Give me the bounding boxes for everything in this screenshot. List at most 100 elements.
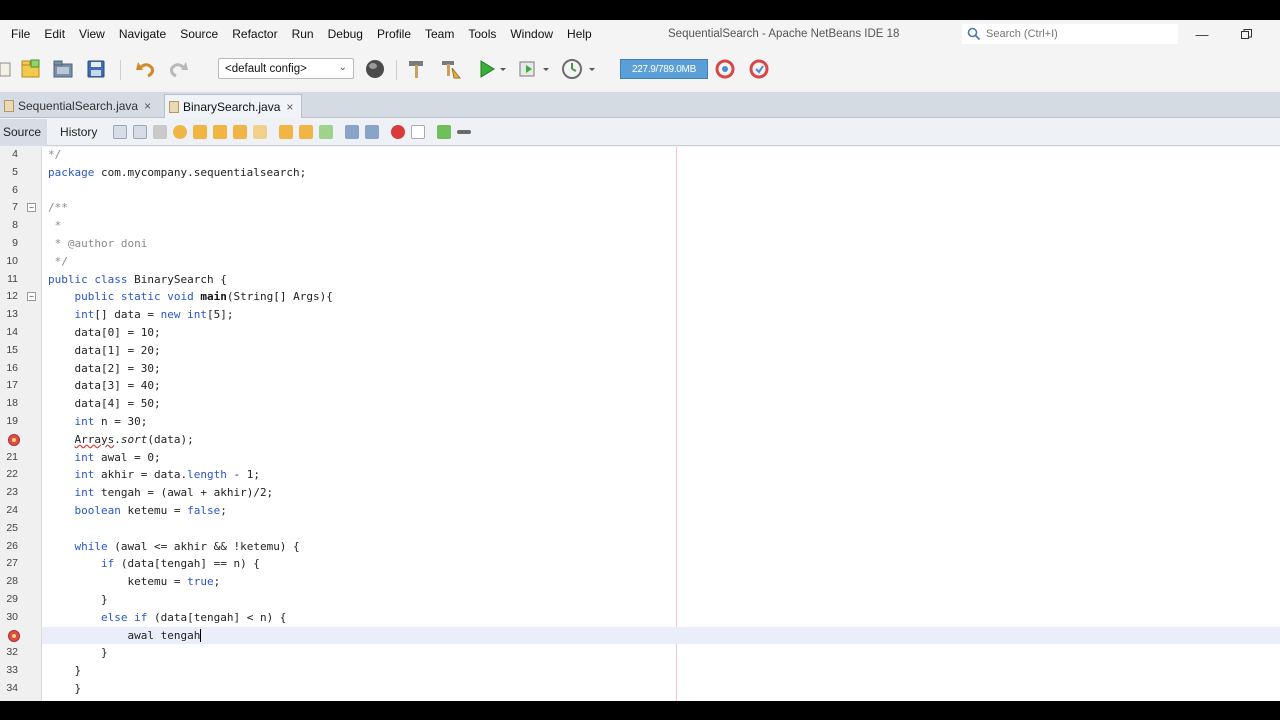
code-line[interactable]: 28 ketemu = true; xyxy=(0,573,1280,591)
config-select[interactable]: <default config> ⌄ xyxy=(218,58,354,79)
code-line[interactable]: 15 data[1] = 20; xyxy=(0,342,1280,360)
code-line[interactable]: 9 * @author doni xyxy=(0,235,1280,253)
menu-profile[interactable]: Profile xyxy=(370,20,418,48)
code-line[interactable]: 6 xyxy=(0,182,1280,200)
line-number: 22 xyxy=(6,468,18,481)
fold-toggle-icon[interactable]: − xyxy=(27,292,36,302)
code-line[interactable]: 5 package com.mycompany.sequentialsearch; xyxy=(0,164,1280,182)
menu-view[interactable]: View xyxy=(72,20,112,48)
shift-right-icon[interactable] xyxy=(365,125,380,139)
menu-source[interactable]: Source xyxy=(173,20,225,48)
tab-source[interactable]: Source xyxy=(0,118,48,146)
menu-file[interactable]: File xyxy=(4,20,37,48)
code-line[interactable]: 33 } xyxy=(0,662,1280,680)
code-line[interactable]: 30 else if (data[tengah] < n) { xyxy=(0,609,1280,627)
tab-history[interactable]: History xyxy=(57,119,103,146)
code-line[interactable]: Arrays.sort(data); xyxy=(0,431,1280,449)
previous-bookmark-icon[interactable] xyxy=(279,125,294,139)
last-edit-icon[interactable] xyxy=(113,125,128,139)
toggle-rectangle-icon[interactable] xyxy=(253,125,268,139)
menu-tools[interactable]: Tools xyxy=(461,20,503,48)
search-input[interactable] xyxy=(986,28,1166,40)
forward-icon[interactable] xyxy=(153,125,168,139)
code-line[interactable]: 17 data[3] = 40; xyxy=(0,377,1280,395)
code-line[interactable]: 32 } xyxy=(0,644,1280,662)
globe-icon[interactable] xyxy=(364,58,386,80)
code-line[interactable]: 14 data[0] = 10; xyxy=(0,324,1280,342)
stop-macro-icon[interactable] xyxy=(411,125,426,139)
error-annotation-icon[interactable] xyxy=(8,433,20,446)
code-line[interactable]: awal tengah xyxy=(0,627,1280,645)
code-line[interactable]: 23 int tengah = (awal + akhir)/2; xyxy=(0,484,1280,502)
memory-usage-bar[interactable]: 227.9/789.0MB xyxy=(620,59,708,79)
tab-binarysearch[interactable]: BinarySearch.java × xyxy=(164,94,303,118)
menu-edit[interactable]: Edit xyxy=(37,20,72,48)
code-text: } xyxy=(48,646,108,660)
gc-icon[interactable] xyxy=(714,58,736,80)
debug-dropdown-icon[interactable] xyxy=(541,58,551,80)
close-icon[interactable]: × xyxy=(144,99,151,113)
start-macro-icon[interactable] xyxy=(391,125,406,139)
toggle-highlight-icon[interactable] xyxy=(233,125,248,139)
menu-run[interactable]: Run xyxy=(285,20,321,48)
code-line[interactable]: 27 if (data[tengah] == n) { xyxy=(0,555,1280,573)
code-line[interactable]: 29 } xyxy=(0,591,1280,609)
debug-icon[interactable] xyxy=(517,58,539,80)
toggle-bookmark-icon[interactable] xyxy=(319,125,334,139)
find-next-icon[interactable] xyxy=(213,125,228,139)
code-line[interactable]: 34 } xyxy=(0,680,1280,698)
menu-navigate[interactable]: Navigate xyxy=(112,20,173,48)
menu-debug[interactable]: Debug xyxy=(321,20,370,48)
build-hammer-icon[interactable] xyxy=(406,58,428,80)
code-line[interactable]: 18 data[4] = 50; xyxy=(0,395,1280,413)
code-text: public class BinarySearch { xyxy=(48,272,227,286)
code-line[interactable]: 22 int akhir = data.length - 1; xyxy=(0,466,1280,484)
profile-dropdown-icon[interactable] xyxy=(587,58,597,80)
tab-label: BinarySearch.java xyxy=(183,99,281,114)
code-line[interactable]: 4 */ xyxy=(0,146,1280,164)
close-icon[interactable]: × xyxy=(286,100,293,114)
error-annotation-icon[interactable] xyxy=(8,629,20,642)
code-line[interactable]: 24 boolean ketemu = false; xyxy=(0,502,1280,520)
code-line[interactable]: 19 int n = 30; xyxy=(0,413,1280,431)
gc-alt-icon[interactable] xyxy=(748,58,770,80)
save-all-icon[interactable] xyxy=(85,58,107,80)
menu-refactor[interactable]: Refactor xyxy=(225,20,284,48)
fold-toggle-icon[interactable]: − xyxy=(27,203,36,213)
run-icon[interactable] xyxy=(476,58,498,80)
code-line[interactable]: 25 xyxy=(0,520,1280,538)
new-project-icon[interactable] xyxy=(20,58,42,80)
minimize-icon[interactable]: — xyxy=(1192,24,1212,44)
open-project-icon[interactable] xyxy=(52,58,74,80)
comment-icon[interactable] xyxy=(437,125,452,139)
shift-left-icon[interactable] xyxy=(345,125,360,139)
uncomment-icon[interactable] xyxy=(457,130,472,134)
code-editor[interactable]: 4 */ 5 package com.mycompany.sequentialsear… xyxy=(0,147,1280,701)
code-line[interactable]: 11 public class BinarySearch { xyxy=(0,271,1280,289)
code-line[interactable]: 26 while (awal <= akhir && !ketemu) { xyxy=(0,538,1280,556)
restore-icon[interactable] xyxy=(1236,24,1256,44)
code-line[interactable]: 16 data[2] = 30; xyxy=(0,360,1280,378)
next-bookmark-icon[interactable] xyxy=(299,125,314,139)
code-line[interactable]: 10 */ xyxy=(0,253,1280,271)
menu-help[interactable]: Help xyxy=(560,20,599,48)
code-line[interactable]: 21 int awal = 0; xyxy=(0,449,1280,467)
menu-team[interactable]: Team xyxy=(418,20,461,48)
new-file-icon[interactable] xyxy=(0,58,22,80)
profile-icon[interactable] xyxy=(561,58,583,80)
quick-search[interactable] xyxy=(962,24,1178,44)
code-line[interactable]: 8 * xyxy=(0,217,1280,235)
line-number: 21 xyxy=(6,450,18,463)
find-icon[interactable] xyxy=(173,125,188,139)
clean-build-icon[interactable] xyxy=(440,58,462,80)
tab-sequentialsearch[interactable]: SequentialSearch.java × xyxy=(0,94,159,118)
find-previous-icon[interactable] xyxy=(193,125,208,139)
undo-icon[interactable] xyxy=(135,58,157,80)
menu-window[interactable]: Window xyxy=(503,20,560,48)
code-line[interactable]: 13 int[] data = new int[5]; xyxy=(0,306,1280,324)
code-line[interactable]: 12− public static void main(String[] Arg… xyxy=(0,288,1280,306)
code-line[interactable]: 7− /** xyxy=(0,199,1280,217)
run-dropdown-icon[interactable] xyxy=(498,58,508,80)
back-icon[interactable] xyxy=(133,125,148,139)
redo-icon[interactable] xyxy=(167,58,189,80)
